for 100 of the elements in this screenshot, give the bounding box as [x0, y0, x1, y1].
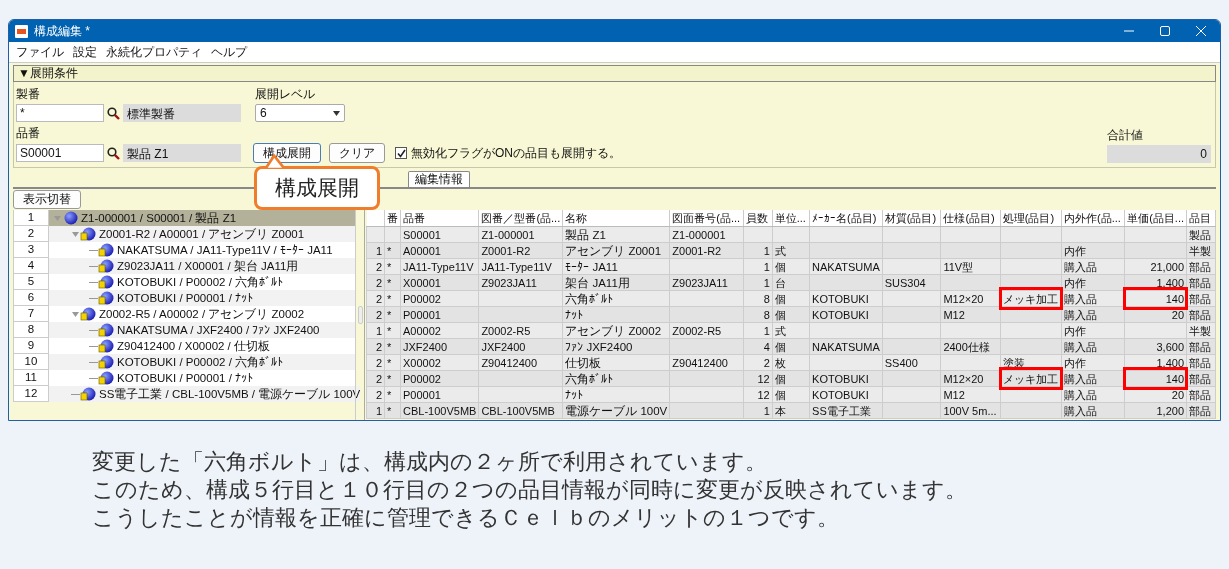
- tree-item[interactable]: Z1-000001 / S00001 / 製品 Z1: [49, 210, 355, 226]
- splitter-handle[interactable]: [357, 306, 363, 324]
- menu-item[interactable]: ファイル: [15, 43, 65, 61]
- search-icon[interactable]: [107, 106, 120, 120]
- tree-item[interactable]: SS電子工業 / CBL-100V5MB / 電源ケーブル 100V: [49, 386, 361, 402]
- dropdown[interactable]: 6: [255, 104, 345, 122]
- clear-button[interactable]: クリア: [329, 143, 385, 163]
- tree-item[interactable]: Z90412400 / X00002 / 仕切板: [49, 338, 355, 354]
- collapse-icon[interactable]: [71, 311, 79, 317]
- row-number: 1: [13, 210, 49, 226]
- column-header[interactable]: 処理(品目): [1000, 210, 1062, 227]
- column-header[interactable]: 図面番号(品...: [669, 210, 744, 227]
- table-cell-text: *: [387, 339, 393, 354]
- table-cell-text: 内作: [1064, 243, 1087, 258]
- menu-item[interactable]: ヘルプ: [210, 43, 248, 61]
- app-icon: [15, 24, 28, 38]
- row-number: 10: [13, 354, 49, 370]
- table-cell: NAKATSUMA: [812, 259, 880, 274]
- field-label: 品番: [16, 125, 41, 142]
- table-cell-text: Z90412400: [481, 355, 539, 370]
- part-icon: [98, 291, 114, 305]
- table-cell-text: M12×20: [943, 371, 985, 386]
- expand-button[interactable]: 構成展開: [253, 143, 321, 163]
- tree-item[interactable]: Z0002-R5 / A00002 / アセンブリ Z0002: [49, 306, 355, 322]
- table-cell-text: *: [387, 275, 393, 290]
- checkbox[interactable]: [395, 147, 407, 159]
- tree-item[interactable]: KOTOBUKI / P00002 / 六角ﾎﾞﾙﾄ: [49, 274, 355, 290]
- tree-item[interactable]: Z0001-R2 / A00001 / アセンブリ Z0001: [49, 226, 355, 242]
- tree-item[interactable]: NAKATSUMA / JXF2400 / ﾌｧﾝ JXF2400: [49, 322, 355, 338]
- table-cell: 100V 5m...: [943, 403, 998, 418]
- table-cell-text: 1,200: [1155, 403, 1185, 418]
- tree-item[interactable]: KOTOBUKI / P00002 / 六角ﾎﾞﾙﾄ: [49, 354, 355, 370]
- table-cell-text: 内作: [1064, 355, 1087, 370]
- table-cell-text: 1,400: [1155, 275, 1185, 290]
- table-cell-text: *: [387, 371, 393, 386]
- table-cell-text: 140: [1164, 291, 1185, 306]
- sphere-icon: [62, 211, 78, 225]
- table-cell: 部品: [1189, 339, 1213, 354]
- row-number: 3: [13, 242, 49, 258]
- table-cell-text: 式: [774, 323, 787, 338]
- table-cell-text: 個: [774, 291, 787, 306]
- table-cell-text: SUS304: [884, 275, 927, 290]
- tree-item[interactable]: KOTOBUKI / P00001 / ﾅｯﾄ: [49, 370, 355, 386]
- row-number: 12: [13, 386, 49, 402]
- table-cell-text: 1: [374, 323, 382, 338]
- table-cell: 半製: [1189, 323, 1213, 338]
- table-cell-text: M12: [943, 307, 966, 322]
- table-cell-text: KOTOBUKI: [812, 371, 870, 386]
- column-header[interactable]: 品番: [400, 210, 479, 227]
- table-cell-text: アセンブリ Z0001: [565, 243, 663, 258]
- column-header[interactable]: 内外作(品...: [1061, 210, 1125, 227]
- column-header[interactable]: 単価(品目...: [1124, 210, 1187, 227]
- close-icon[interactable]: [1196, 26, 1206, 36]
- table-cell-text: 六角ﾎﾞﾙﾄ: [565, 291, 615, 306]
- table-cell-text: 購入品: [1064, 403, 1098, 418]
- table-cell-text: *: [387, 307, 393, 322]
- table-cell-text: Z0001-R2: [481, 243, 532, 258]
- section-header[interactable]: ▼展開条件: [13, 65, 1216, 82]
- column-header[interactable]: 員数: [743, 210, 773, 227]
- collapse-icon[interactable]: [71, 231, 79, 237]
- table-cell: CBL-100V5MB: [403, 403, 477, 418]
- table-cell-text: *: [387, 403, 393, 418]
- table-cell-text: 2: [762, 355, 770, 370]
- table-cell-text: *: [387, 243, 393, 258]
- tree-item[interactable]: Z9023JA11 / X00001 / 架台 JA11用: [49, 258, 355, 274]
- table-cell-text: 11V型: [943, 259, 975, 274]
- column-header[interactable]: ﾒｰｶｰ名(品目): [809, 210, 883, 227]
- menu-item[interactable]: 永続化プロパティ: [105, 43, 203, 61]
- column-header[interactable]: 図番／型番(品...: [478, 210, 563, 227]
- menu-item[interactable]: 設定: [72, 43, 98, 61]
- column-header[interactable]: 材質(品目): [882, 210, 941, 227]
- row-number: 6: [13, 290, 49, 306]
- table-cell: 部品: [1189, 307, 1213, 322]
- tree-item[interactable]: NAKATSUMA / JA11-Type11V / ﾓｰﾀｰ JA11: [49, 242, 355, 258]
- table-cell-text: Z0001-R2: [672, 243, 723, 258]
- table-cell-text: 20: [1170, 387, 1185, 402]
- table-cell-text: ﾌｧﾝ JXF2400: [565, 339, 634, 354]
- table-cell: 部品: [1189, 403, 1213, 418]
- search-icon[interactable]: [107, 146, 120, 160]
- table-cell-text: X00002: [403, 355, 442, 370]
- toggle-view-button[interactable]: 表示切替: [13, 190, 81, 209]
- table-cell-text: 8: [762, 291, 770, 306]
- table-cell-text: 購入品: [1064, 371, 1098, 386]
- table-cell-text: 2: [374, 259, 382, 274]
- table-cell-text: 1: [762, 275, 770, 290]
- table-cell-text: KOTOBUKI: [812, 387, 870, 402]
- table-cell-text: 内作: [1064, 323, 1087, 338]
- table-cell-text: 1: [762, 403, 770, 418]
- column-header[interactable]: 仕様(品目): [940, 210, 1001, 227]
- tab[interactable]: 編集情報: [408, 171, 470, 187]
- input-field[interactable]: S00001: [16, 144, 104, 162]
- table-cell-text: 3,600: [1155, 339, 1185, 354]
- table-cell-text: Z0002-R5: [481, 323, 532, 338]
- input-field[interactable]: *: [16, 104, 104, 122]
- maximize-icon[interactable]: [1160, 26, 1170, 36]
- column-header[interactable]: 名称: [562, 210, 670, 227]
- tree-item[interactable]: KOTOBUKI / P00001 / ﾅｯﾄ: [49, 290, 355, 306]
- column-header[interactable]: 単位...: [772, 210, 810, 227]
- table-cell-text: 仕切板: [565, 355, 603, 370]
- column-header[interactable]: 品目: [1186, 210, 1216, 227]
